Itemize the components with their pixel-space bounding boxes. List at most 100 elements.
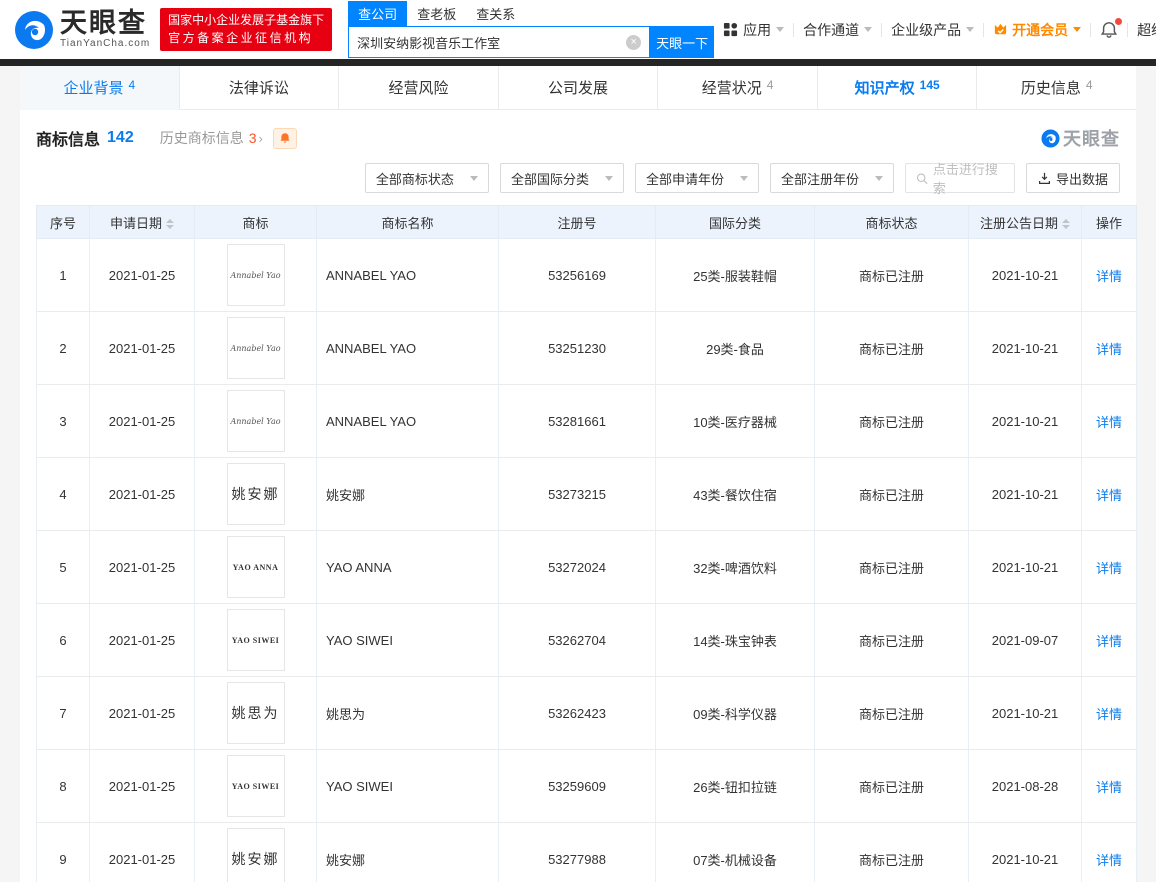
trademark-image[interactable]: Annabel Yao bbox=[226, 390, 285, 452]
table-search-input[interactable]: 点击进行搜索 bbox=[904, 162, 1015, 196]
table-row: 2 2021-01-25 Annabel Yao ANNABEL YAO 5325123… bbox=[36, 311, 1137, 385]
trademark-name-cell: ANNABEL YAO bbox=[316, 311, 499, 385]
pub-date-cell: 2021-08-28 bbox=[968, 749, 1082, 823]
menu-cooperation[interactable]: 合作通道 bbox=[794, 20, 881, 40]
filter-trademark-status[interactable]: 全部商标状态 bbox=[364, 163, 489, 193]
detail-link[interactable]: 详情 bbox=[1096, 561, 1122, 576]
pub-date-cell: 2021-10-21 bbox=[968, 676, 1082, 750]
tab-intellectual-property[interactable]: 知识产权 145 bbox=[817, 66, 978, 110]
trademark-name-cell: YAO ANNA bbox=[316, 530, 499, 604]
monitor-bell-button[interactable] bbox=[272, 127, 297, 149]
pub-date-cell: 2021-09-07 bbox=[968, 603, 1082, 677]
pub-date-cell: 2021-10-21 bbox=[968, 384, 1082, 458]
apply-date-cell: 2021-01-25 bbox=[89, 384, 195, 458]
trademark-image[interactable]: 姚安娜 bbox=[226, 463, 285, 525]
trademark-image[interactable]: YAO SIWEI bbox=[226, 609, 285, 671]
trademark-image[interactable]: 姚思为 bbox=[226, 682, 285, 744]
tab-company-development[interactable]: 公司发展 bbox=[498, 66, 659, 110]
menu-vip[interactable]: 开通会员 bbox=[984, 20, 1090, 40]
reg-number-cell: 53256169 bbox=[498, 238, 656, 312]
intl-class-cell: 14类-珠宝钟表 bbox=[655, 603, 815, 677]
search-tab-boss[interactable]: 查老板 bbox=[407, 1, 466, 26]
trademark-image[interactable]: Annabel Yao bbox=[226, 317, 285, 379]
history-trademark-link[interactable]: 历史商标信息 3 › bbox=[160, 128, 263, 148]
watermark-text: 天眼查 bbox=[1063, 129, 1120, 149]
trademark-cell: Annabel Yao bbox=[194, 384, 317, 458]
gov-certification-badge: 国家中小企业发展子基金旗下 官方备案企业征信机构 bbox=[160, 8, 333, 51]
tab-operation-risk[interactable]: 经营风险 bbox=[339, 66, 499, 110]
chevron-right-icon: › bbox=[258, 130, 263, 146]
col-apply-date[interactable]: 申请日期 bbox=[89, 205, 195, 239]
action-cell: 详情 bbox=[1081, 530, 1137, 604]
intl-class-cell: 26类-钮扣拉链 bbox=[655, 749, 815, 823]
intl-class-cell: 25类-服装鞋帽 bbox=[655, 238, 815, 312]
filter-intl-class[interactable]: 全部国际分类 bbox=[499, 163, 624, 193]
detail-link[interactable]: 详情 bbox=[1096, 707, 1122, 722]
search-button[interactable]: 天眼一下 bbox=[650, 26, 715, 58]
tab-operation-status[interactable]: 经营状况 4 bbox=[658, 66, 818, 110]
reg-number-cell: 53262423 bbox=[498, 676, 656, 750]
intl-class-cell: 32类-啤酒饮料 bbox=[655, 530, 815, 604]
trademark-cell: 姚思为 bbox=[194, 676, 317, 750]
col-status: 商标状态 bbox=[814, 205, 969, 239]
apply-date-cell: 2021-01-25 bbox=[89, 530, 195, 604]
chevron-down-icon bbox=[874, 175, 883, 181]
row-index-cell: 4 bbox=[36, 457, 90, 531]
trademark-image[interactable]: Annabel Yao bbox=[226, 244, 285, 306]
status-cell: 商标已注册 bbox=[814, 457, 969, 531]
trademark-table: 序号 申请日期 商标 商标名称 注册号 国际分类 商标状态 注册公告日期 操作 … bbox=[36, 205, 1137, 882]
clear-icon[interactable]: × bbox=[626, 34, 642, 50]
apply-date-cell: 2021-01-25 bbox=[89, 457, 195, 531]
intl-class-cell: 29类-食品 bbox=[655, 311, 815, 385]
detail-link[interactable]: 详情 bbox=[1096, 780, 1122, 795]
chevron-down-icon bbox=[864, 27, 873, 32]
status-cell: 商标已注册 bbox=[814, 238, 969, 312]
trademark-image[interactable]: YAO ANNA bbox=[226, 536, 285, 598]
menu-super-vip[interactable]: 超级... bbox=[1128, 20, 1156, 40]
trademark-image[interactable]: 姚安娜 bbox=[226, 828, 285, 882]
trademark-name-cell: 姚思为 bbox=[316, 676, 499, 750]
logo-name: 天眼查 bbox=[60, 8, 147, 38]
col-pub-date[interactable]: 注册公告日期 bbox=[968, 205, 1082, 239]
search-tab-relation[interactable]: 查关系 bbox=[466, 1, 525, 26]
search-tab-company[interactable]: 查公司 bbox=[348, 1, 408, 26]
export-data-button[interactable]: 导出数据 bbox=[1025, 163, 1120, 193]
trademark-cell: YAO SIWEI bbox=[194, 749, 317, 823]
detail-link[interactable]: 详情 bbox=[1096, 853, 1122, 868]
search-block: 查公司 查老板 查关系 深圳安纳影视音乐工作室 × 天眼一下 bbox=[348, 1, 715, 58]
trademark-cell: Annabel Yao bbox=[194, 238, 317, 312]
row-index-cell: 1 bbox=[36, 238, 90, 312]
filter-register-year[interactable]: 全部注册年份 bbox=[769, 163, 894, 193]
tianyancha-logo[interactable]: 天眼查 TianYanCha.com bbox=[14, 10, 150, 50]
trademark-cell: YAO SIWEI bbox=[194, 603, 317, 677]
trademark-image[interactable]: YAO SIWEI bbox=[226, 755, 285, 817]
tab-history-info[interactable]: 历史信息 4 bbox=[977, 66, 1137, 110]
detail-link[interactable]: 详情 bbox=[1096, 269, 1122, 284]
col-reg-number: 注册号 bbox=[498, 205, 656, 239]
menu-enterprise-products[interactable]: 企业级产品 bbox=[882, 20, 983, 40]
tab-legal-litigation[interactable]: 法律诉讼 bbox=[179, 66, 340, 110]
col-action: 操作 bbox=[1081, 205, 1137, 239]
table-row: 3 2021-01-25 Annabel Yao ANNABEL YAO 5328166… bbox=[36, 384, 1137, 458]
action-cell: 详情 bbox=[1081, 749, 1137, 823]
filter-apply-year[interactable]: 全部申请年份 bbox=[634, 163, 759, 193]
detail-link[interactable]: 详情 bbox=[1096, 342, 1122, 357]
status-cell: 商标已注册 bbox=[814, 749, 969, 823]
sort-icon[interactable] bbox=[1062, 219, 1070, 230]
sort-icon[interactable] bbox=[166, 219, 174, 230]
tab-company-background[interactable]: 企业背景 4 bbox=[20, 66, 180, 110]
detail-link[interactable]: 详情 bbox=[1096, 415, 1122, 430]
apps-grid-icon bbox=[724, 22, 738, 37]
menu-apps-label: 应用 bbox=[743, 21, 772, 38]
pub-date-cell: 2021-10-21 bbox=[968, 822, 1082, 882]
table-row: 1 2021-01-25 Annabel Yao ANNABEL YAO 5325616… bbox=[36, 238, 1137, 312]
search-tabs: 查公司 查老板 查关系 bbox=[348, 1, 714, 26]
menu-apps[interactable]: 应用 bbox=[714, 20, 793, 40]
notifications-bell[interactable] bbox=[1091, 17, 1127, 39]
detail-link[interactable]: 详情 bbox=[1096, 488, 1122, 503]
menu-super-label: 超级... bbox=[1137, 21, 1156, 38]
detail-link[interactable]: 详情 bbox=[1096, 634, 1122, 649]
search-input[interactable]: 深圳安纳影视音乐工作室 × bbox=[348, 26, 651, 58]
row-index-cell: 9 bbox=[36, 822, 90, 882]
top-menu: 应用 合作通道 企业级产品 开通会员 超 bbox=[714, 17, 1156, 40]
